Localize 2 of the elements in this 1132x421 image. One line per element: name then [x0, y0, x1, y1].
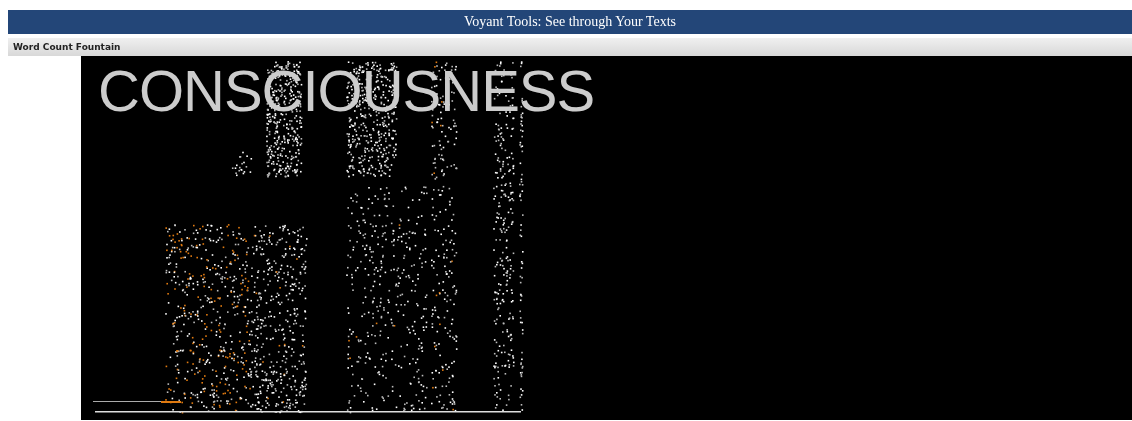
panel-title: Word Count Fountain — [13, 42, 121, 52]
window-title: Voyant Tools: See through Your Texts — [464, 14, 676, 30]
